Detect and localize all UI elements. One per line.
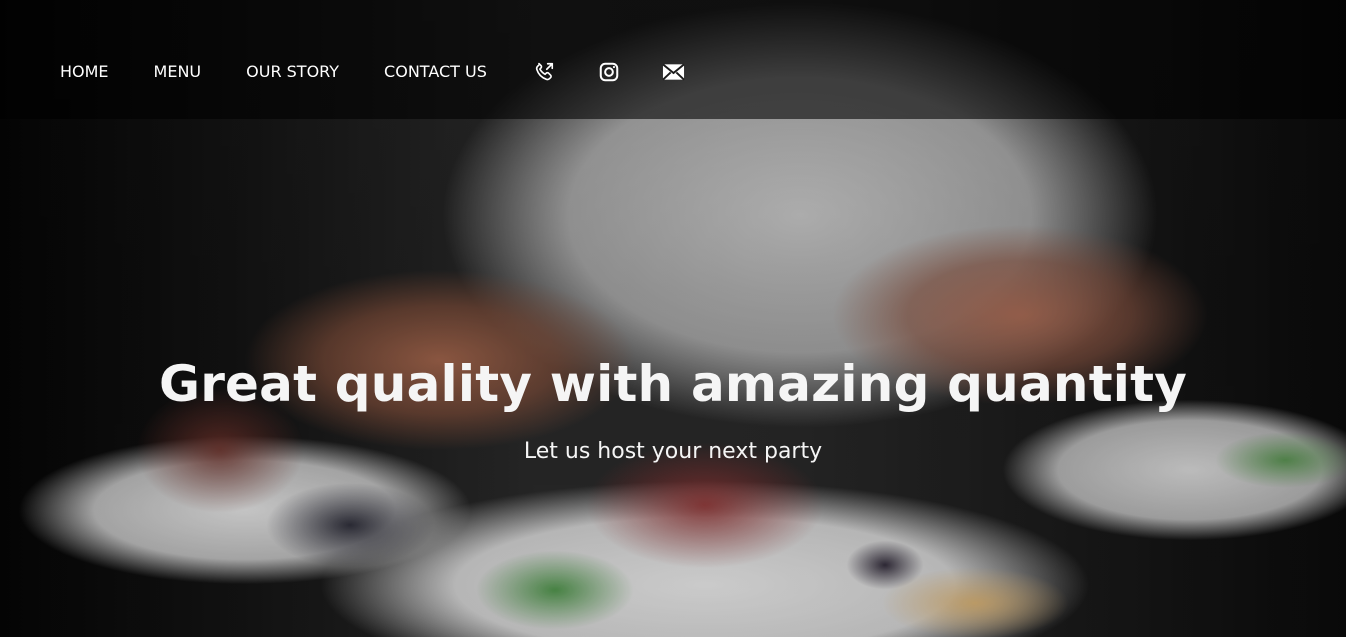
instagram-icon[interactable] — [597, 60, 621, 84]
main-navigation: HOME MENU OUR STORY CONTACT US — [60, 60, 727, 84]
nav-home-link[interactable]: HOME — [60, 61, 109, 83]
hero-headline: Great quality with amazing quantity — [158, 354, 1188, 413]
hero-subheadline: Let us host your next party — [523, 439, 823, 464]
nav-menu-link[interactable]: MENU — [154, 61, 202, 83]
hero-section: HOME MENU OUR STORY CONTACT US Great qua… — [0, 0, 1346, 637]
phone-icon[interactable] — [532, 60, 556, 84]
nav-our-story-link[interactable]: OUR STORY — [246, 61, 339, 83]
email-icon[interactable] — [662, 60, 686, 84]
nav-contact-us-link[interactable]: CONTACT US — [384, 61, 487, 83]
